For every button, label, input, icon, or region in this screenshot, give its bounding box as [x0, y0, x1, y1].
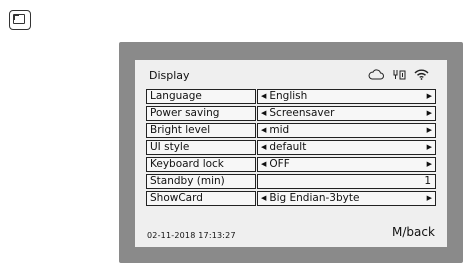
menu-value-selector[interactable]: ◀ OFF ▶	[257, 157, 436, 172]
arrow-right-icon[interactable]: ▶	[427, 124, 432, 137]
menu-label: Power saving	[146, 106, 256, 121]
menu-value-selector[interactable]: ◀ default ▶	[257, 140, 436, 155]
menu-value-selector[interactable]: ◀ mid ▶	[257, 123, 436, 138]
menu-value: mid	[269, 124, 290, 136]
arrow-left-icon[interactable]: ◀	[261, 158, 266, 171]
menu-label: Keyboard lock	[146, 157, 256, 172]
menu-row-bright-level[interactable]: Bright level ◀ mid ▶	[146, 123, 436, 138]
menu-value: default	[269, 141, 307, 153]
menu-label: Language	[146, 89, 256, 104]
window-toggle-button[interactable]	[9, 10, 31, 30]
menu-value-selector[interactable]: ◀ Screensaver ▶	[257, 106, 436, 121]
arrow-left-icon[interactable]: ◀	[261, 192, 266, 205]
menu-row-language[interactable]: Language ◀ English ▶	[146, 89, 436, 104]
back-button[interactable]: M/back	[392, 225, 435, 239]
menu-value: Big Endian-3byte	[269, 192, 360, 204]
menu-label: Bright level	[146, 123, 256, 138]
usb-icon	[392, 69, 406, 80]
window-icon	[13, 14, 25, 24]
menu-row-power-saving[interactable]: Power saving ◀ Screensaver ▶	[146, 106, 436, 121]
menu-label: UI style	[146, 140, 256, 155]
arrow-right-icon[interactable]: ▶	[427, 141, 432, 154]
menu-value: English	[269, 90, 308, 102]
menu-row-keyboard-lock[interactable]: Keyboard lock ◀ OFF ▶	[146, 157, 436, 172]
menu-value: Screensaver	[269, 107, 335, 119]
menu-value-selector[interactable]: ◀ English ▶	[257, 89, 436, 104]
menu-value-number[interactable]: 1	[257, 174, 436, 189]
screen-title: Display	[149, 69, 190, 82]
arrow-left-icon[interactable]: ◀	[261, 90, 266, 103]
menu-row-ui-style[interactable]: UI style ◀ default ▶	[146, 140, 436, 155]
arrow-right-icon[interactable]: ▶	[427, 192, 432, 205]
menu-value-selector[interactable]: ◀ Big Endian-3byte ▶	[257, 191, 436, 206]
status-bar	[368, 67, 429, 81]
menu-row-showcard[interactable]: ShowCard ◀ Big Endian-3byte ▶	[146, 191, 436, 206]
arrow-left-icon[interactable]: ◀	[261, 141, 266, 154]
menu-label: ShowCard	[146, 191, 256, 206]
arrow-left-icon[interactable]: ◀	[261, 107, 266, 120]
arrow-left-icon[interactable]: ◀	[261, 124, 266, 137]
settings-menu: Language ◀ English ▶ Power saving ◀ Screen…	[146, 89, 436, 208]
menu-value: OFF	[269, 158, 290, 170]
wifi-icon	[414, 69, 429, 80]
menu-value: 1	[424, 175, 431, 187]
datetime-display: 02-11-2018 17:13:27	[147, 231, 236, 240]
arrow-right-icon[interactable]: ▶	[427, 158, 432, 171]
menu-row-standby[interactable]: Standby (min) 1	[146, 174, 436, 189]
arrow-right-icon[interactable]: ▶	[427, 107, 432, 120]
menu-label: Standby (min)	[146, 174, 256, 189]
arrow-right-icon[interactable]: ▶	[427, 90, 432, 103]
cloud-icon	[368, 68, 384, 80]
